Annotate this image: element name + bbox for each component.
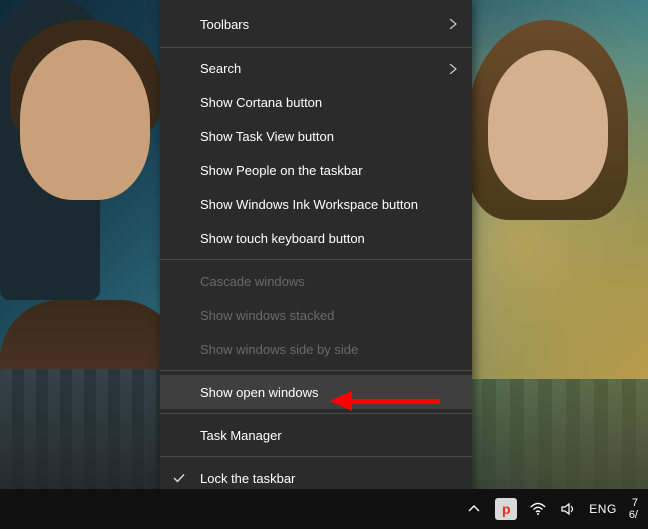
menu-item-label: Show Task View button	[200, 129, 334, 144]
menu-item-label: Show windows side by side	[200, 342, 358, 357]
menu-item-task-manager[interactable]: Task Manager	[160, 418, 472, 452]
language-indicator[interactable]: ENG	[589, 502, 617, 516]
system-tray: p ENG 7 6/	[461, 497, 648, 521]
volume-icon[interactable]	[559, 500, 577, 518]
tray-overflow-chevron-icon[interactable]	[465, 500, 483, 518]
menu-item-label: Show windows stacked	[200, 308, 334, 323]
menu-item-windows-side-by-side: Show windows side by side	[160, 332, 472, 366]
clock-time: 7	[632, 497, 638, 509]
chevron-right-icon	[448, 64, 458, 74]
menu-separator	[160, 259, 472, 260]
menu-item-show-people[interactable]: Show People on the taskbar	[160, 154, 472, 188]
menu-item-toolbars[interactable]: Toolbars	[160, 6, 472, 43]
chevron-right-icon	[448, 19, 458, 29]
menu-item-label: Show People on the taskbar	[200, 163, 363, 178]
menu-item-label: Show touch keyboard button	[200, 231, 365, 246]
menu-item-windows-stacked: Show windows stacked	[160, 298, 472, 332]
menu-item-search[interactable]: Search	[160, 52, 472, 86]
menu-item-show-ink[interactable]: Show Windows Ink Workspace button	[160, 187, 472, 221]
menu-item-label: Show Cortana button	[200, 95, 322, 110]
menu-item-label: Show open windows	[200, 385, 319, 400]
menu-item-label: Toolbars	[200, 17, 249, 32]
menu-separator	[160, 413, 472, 414]
desktop-wallpaper: Toolbars Search Show Cortana button Show…	[0, 0, 648, 529]
menu-separator	[160, 456, 472, 457]
menu-item-show-open-windows[interactable]: Show open windows	[160, 375, 472, 409]
menu-item-label: Show Windows Ink Workspace button	[200, 197, 418, 212]
menu-item-cascade-windows: Cascade windows	[160, 264, 472, 298]
menu-item-show-touch-keyboard[interactable]: Show touch keyboard button	[160, 221, 472, 255]
menu-item-label: Task Manager	[200, 428, 282, 443]
taskbar-clock[interactable]: 7 6/	[629, 497, 640, 521]
menu-item-label: Lock the taskbar	[200, 471, 295, 486]
menu-item-label: Search	[200, 61, 241, 76]
taskbar-context-menu: Toolbars Search Show Cortana button Show…	[160, 0, 472, 529]
checkmark-icon	[172, 471, 186, 485]
taskbar[interactable]: p ENG 7 6/	[0, 489, 648, 529]
menu-separator	[160, 47, 472, 48]
menu-separator	[160, 370, 472, 371]
wallpaper-city	[468, 379, 648, 489]
tray-app-icon[interactable]: p	[495, 498, 517, 520]
menu-item-show-cortana[interactable]: Show Cortana button	[160, 86, 472, 120]
wallpaper-city	[0, 369, 160, 489]
clock-date: 6/	[629, 509, 638, 521]
menu-item-label: Cascade windows	[200, 274, 305, 289]
wifi-icon[interactable]	[529, 500, 547, 518]
menu-item-show-task-view[interactable]: Show Task View button	[160, 120, 472, 154]
